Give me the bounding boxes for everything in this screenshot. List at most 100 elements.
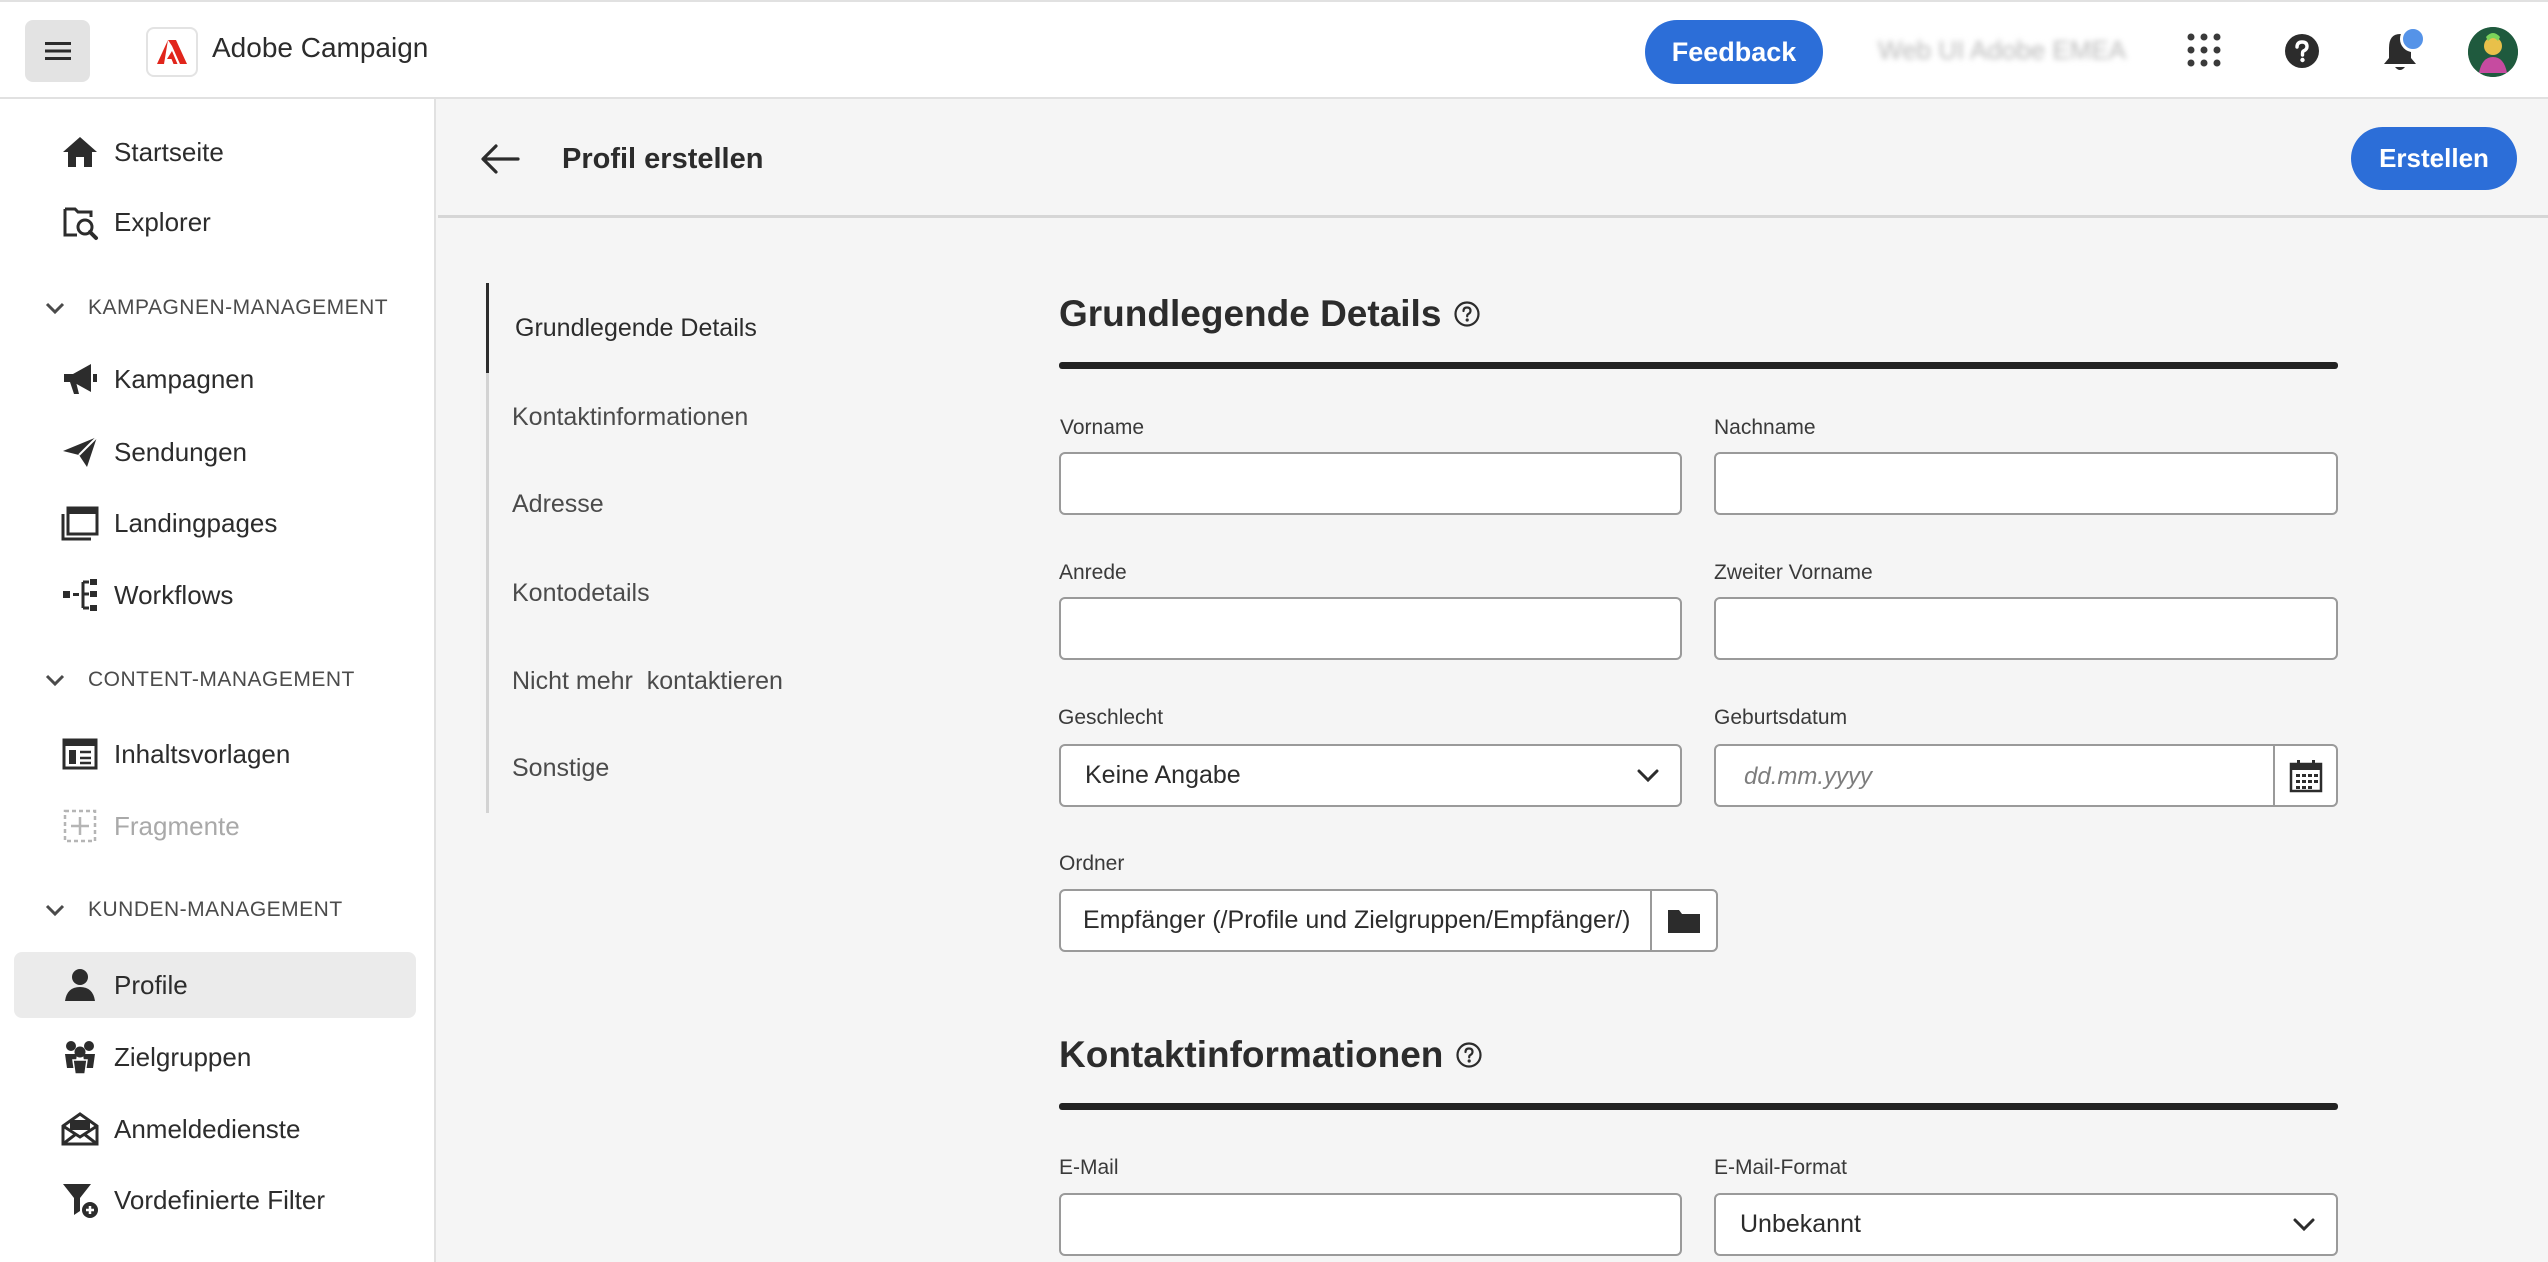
folder-label: Ordner [1059, 852, 1125, 875]
fragment-icon [60, 806, 100, 846]
sidebar-item-label: Anmeldedienste [114, 1113, 301, 1144]
sidebar-item-label: Workflows [114, 579, 234, 610]
info-icon[interactable] [1455, 1041, 1483, 1069]
folder-picker-button[interactable] [1650, 891, 1716, 950]
sidebar-item-landingpages[interactable]: Landingpages [14, 490, 416, 556]
section-divider [1059, 362, 2338, 369]
tab-kontodetails[interactable]: Kontodetails [486, 548, 886, 638]
sidebar-item-inhaltsvorlagen[interactable]: Inhaltsvorlagen [14, 721, 416, 787]
gender-select[interactable]: Keine Angabe [1059, 744, 1682, 807]
tab-nicht-mehr-kontaktieren[interactable]: Nicht mehr kontaktieren [486, 636, 886, 726]
section-heading-text: Grundlegende Details [1059, 293, 1442, 334]
person-icon [60, 965, 100, 1005]
sidebar-item-zielgruppen[interactable]: Zielgruppen [14, 1024, 416, 1090]
back-arrow-icon[interactable] [478, 139, 522, 179]
salutation-label: Anrede [1059, 561, 1127, 584]
sidebar-item-kampagnen[interactable]: Kampagnen [14, 346, 416, 412]
middle-name-label: Zweiter Vorname [1714, 561, 1873, 584]
apps-grid-icon[interactable] [2186, 32, 2222, 68]
email-label: E-Mail [1059, 1156, 1119, 1179]
sidebar-item-fragmente[interactable]: Fragmente [14, 793, 416, 859]
first-name-field[interactable] [1059, 452, 1682, 515]
adobe-logo-icon[interactable] [146, 27, 198, 77]
megaphone-icon [60, 359, 100, 399]
workflow-icon [60, 575, 100, 615]
sidebar-item-explorer[interactable]: Explorer [14, 189, 416, 255]
chevron-down-icon [2293, 1218, 2315, 1232]
last-name-label: Nachname [1714, 416, 1816, 439]
app-name: Adobe Campaign [212, 32, 429, 63]
sidebar-item-label: Zielgruppen [114, 1041, 252, 1072]
section-heading-text: Kontaktinformationen [1059, 1034, 1444, 1075]
user-avatar[interactable] [2468, 27, 2518, 77]
section-heading-grundlegende-details: Grundlegende Details [1059, 293, 1481, 335]
salutation-field[interactable] [1059, 597, 1682, 660]
sidebar-item-profile[interactable]: Profile [14, 952, 416, 1018]
sidebar-item-anmeldedienste[interactable]: Anmeldedienste [14, 1096, 416, 1162]
tab-grundlegende-details[interactable]: Grundlegende Details [486, 283, 886, 373]
sidebar-item-label: Explorer [114, 206, 211, 237]
section-title: KUNDEN-MANAGEMENT [88, 898, 343, 921]
subscription-icon [60, 1109, 100, 1149]
tab-sonstige[interactable]: Sonstige [486, 723, 886, 813]
top-bar: Adobe Campaign Feedback Web UI Adobe EME… [0, 0, 2548, 99]
birthdate-label: Geburtsdatum [1714, 706, 1848, 729]
folder-field[interactable]: Empfänger (/Profile und Zielgruppen/Empf… [1059, 889, 1718, 952]
sidebar-item-label: Sendungen [114, 436, 248, 467]
tab-kontaktinformationen[interactable]: Kontaktinformationen [486, 372, 886, 462]
template-icon [60, 734, 100, 774]
email-field[interactable] [1059, 1193, 1682, 1256]
section-kampagnen-management[interactable]: KAMPAGNEN-MANAGEMENT [44, 288, 388, 328]
sidebar-item-sendungen[interactable]: Sendungen [14, 419, 416, 485]
sidebar-item-label: Kampagnen [114, 363, 255, 394]
sidebar-item-label: Vordefinierte Filter [114, 1184, 325, 1215]
gender-label: Geschlecht [1058, 706, 1164, 729]
middle-name-field[interactable] [1714, 597, 2338, 660]
last-name-field[interactable] [1714, 452, 2338, 515]
folder-value: Empfänger (/Profile und Zielgruppen/Empf… [1083, 906, 1631, 934]
sidebar-item-label: Landingpages [114, 507, 278, 538]
tab-adresse[interactable]: Adresse [486, 459, 886, 549]
sidebar-item-label: Fragmente [114, 810, 240, 841]
chevron-down-icon [1637, 769, 1659, 783]
calendar-icon [2289, 759, 2322, 792]
home-icon [60, 132, 100, 172]
gender-selected-value: Keine Angabe [1085, 761, 1241, 789]
audience-icon [60, 1037, 100, 1077]
org-switcher[interactable]: Web UI Adobe EMEA [1878, 35, 2126, 66]
folder-icon [1668, 909, 1700, 933]
chevron-down-icon [45, 904, 65, 917]
sidebar-item-workflows[interactable]: Workflows [14, 562, 416, 628]
create-button[interactable]: Erstellen [2351, 127, 2517, 190]
email-format-label: E-Mail-Format [1714, 1156, 1848, 1179]
section-navigation: Grundlegende Details Kontaktinformatione… [486, 283, 906, 813]
first-name-label: Vorname [1060, 416, 1145, 439]
chevron-down-icon [45, 674, 65, 687]
filter-icon [60, 1180, 100, 1220]
feedback-button[interactable]: Feedback [1645, 20, 1823, 84]
hamburger-icon [44, 42, 71, 60]
section-content-management[interactable]: CONTENT-MANAGEMENT [44, 660, 355, 700]
section-title: KAMPAGNEN-MANAGEMENT [88, 296, 389, 319]
notification-badge [2400, 26, 2426, 52]
birthdate-placeholder: dd.mm.yyyy [1744, 763, 1873, 790]
sidebar-item-label: Profile [114, 969, 188, 1000]
section-divider [1059, 1103, 2338, 1110]
email-format-select[interactable]: Unbekannt [1714, 1193, 2338, 1256]
sidebar: Startseite Explorer KAMPAGNEN-MANAGEMENT… [0, 99, 436, 1262]
birthdate-field[interactable]: dd.mm.yyyy [1714, 744, 2338, 807]
page-title: Profil erstellen [562, 143, 764, 175]
landing-page-icon [60, 503, 100, 543]
section-kunden-management[interactable]: KUNDEN-MANAGEMENT [44, 890, 343, 930]
page-header: Profil erstellen Erstellen [438, 99, 2548, 218]
sidebar-item-label: Inhaltsvorlagen [114, 738, 291, 769]
explorer-icon [60, 202, 100, 242]
sidebar-item-vordefinierte-filter[interactable]: Vordefinierte Filter [14, 1167, 416, 1233]
help-icon[interactable] [2283, 32, 2321, 70]
menu-toggle-button[interactable] [25, 20, 90, 82]
send-icon [60, 432, 100, 472]
sidebar-item-startseite[interactable]: Startseite [14, 119, 416, 185]
calendar-button[interactable] [2273, 746, 2336, 805]
info-icon[interactable] [1453, 300, 1481, 328]
email-format-selected-value: Unbekannt [1740, 1210, 1861, 1238]
